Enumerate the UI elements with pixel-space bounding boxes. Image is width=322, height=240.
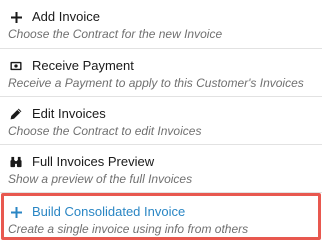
- menu-item-row: Full Invoices Preview: [8, 153, 154, 171]
- menu-item-description: Show a preview of the full Invoices: [8, 172, 193, 186]
- menu-item-description: Receive a Payment to apply to this Custo…: [8, 76, 304, 90]
- money-icon: [10, 60, 22, 72]
- plus-icon: [10, 206, 22, 218]
- actions-menu: Add Invoice Choose the Contract for the …: [0, 0, 322, 240]
- menu-item-description: Choose the Contract for the new Invoice: [8, 27, 223, 41]
- divider: [0, 192, 322, 193]
- menu-item-row: Add Invoice: [8, 8, 100, 26]
- menu-item-row: Build Consolidated Invoice: [8, 203, 185, 221]
- menu-item-row: Edit Invoices: [8, 105, 106, 123]
- menu-item-row: Receive Payment: [8, 57, 134, 75]
- menu-item-build-consolidated-invoice[interactable]: Build Consolidated Invoice Create a sing…: [0, 195, 322, 240]
- binoculars-icon: [10, 156, 22, 168]
- plus-icon: [10, 11, 22, 23]
- menu-item-label: Receive Payment: [32, 58, 134, 73]
- menu-item-full-invoices-preview[interactable]: Full Invoices Preview Show a preview of …: [0, 145, 322, 194]
- menu-item-receive-payment[interactable]: Receive Payment Receive a Payment to app…: [0, 49, 322, 98]
- menu-item-description: Choose the Contract to edit Invoices: [8, 124, 202, 138]
- menu-item-add-invoice[interactable]: Add Invoice Choose the Contract for the …: [0, 0, 322, 49]
- menu-item-label: Add Invoice: [32, 9, 100, 24]
- menu-item-description: Create a single invoice using info from …: [8, 222, 249, 236]
- menu-item-edit-invoices[interactable]: Edit Invoices Choose the Contract to edi…: [0, 97, 322, 146]
- menu-item-label: Build Consolidated Invoice: [32, 204, 186, 219]
- menu-item-label: Full Invoices Preview: [32, 154, 155, 169]
- pencil-icon: [10, 108, 22, 120]
- menu-item-label: Edit Invoices: [32, 106, 106, 121]
